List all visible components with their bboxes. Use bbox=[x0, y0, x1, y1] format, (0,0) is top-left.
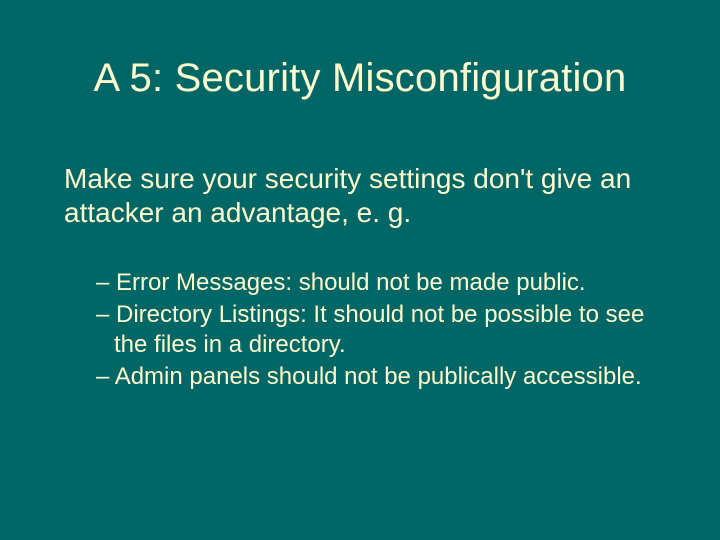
list-item: – Directory Listings: It should not be p… bbox=[96, 300, 676, 360]
intro-text: Make sure your security settings don't g… bbox=[64, 162, 664, 229]
dash-icon: – bbox=[96, 301, 116, 328]
list-item-text: Directory Listings: It should not be pos… bbox=[114, 301, 644, 358]
list-item: – Admin panels should not be publically … bbox=[96, 362, 676, 392]
bullet-list: – Error Messages: should not be made pub… bbox=[96, 268, 676, 394]
slide: A 5: Security Misconfiguration Make sure… bbox=[0, 0, 720, 540]
slide-title: A 5: Security Misconfiguration bbox=[0, 56, 720, 101]
list-item-text: Admin panels should not be publically ac… bbox=[115, 363, 642, 390]
list-item: – Error Messages: should not be made pub… bbox=[96, 268, 676, 298]
list-item-text: Error Messages: should not be made publi… bbox=[116, 269, 586, 296]
dash-icon: – bbox=[96, 269, 116, 296]
dash-icon: – bbox=[96, 363, 115, 390]
